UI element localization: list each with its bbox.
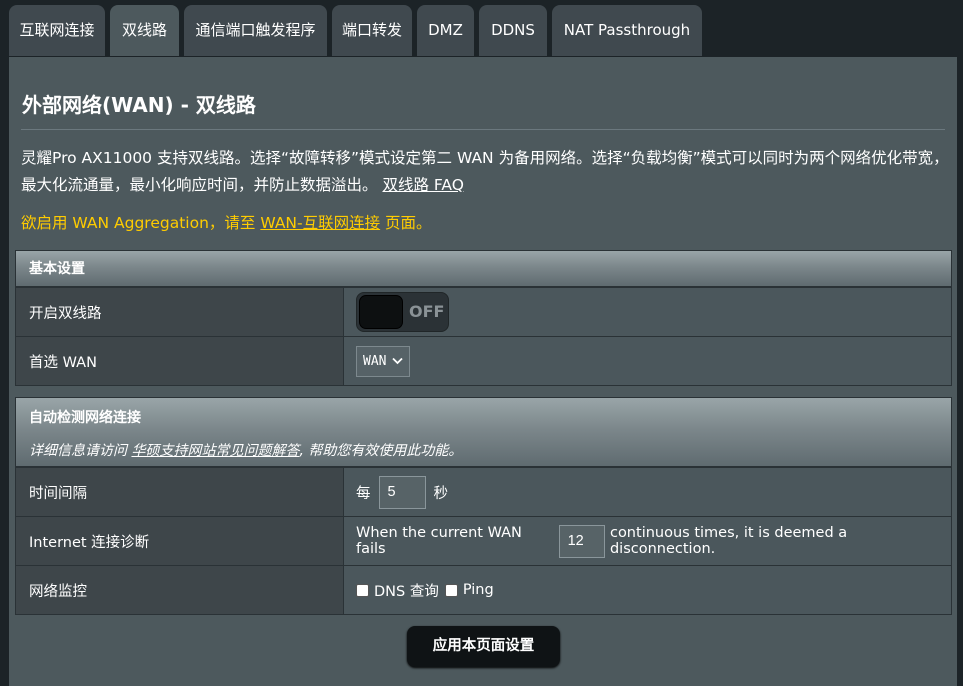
dns-query-checkbox[interactable] [356,583,369,597]
interval-prefix: 每 [356,485,371,502]
page-description: 灵耀Pro AX11000 支持双线路。选择“故障转移”模式设定第二 WAN 为… [21,145,951,199]
primary-wan-select[interactable]: WAN [356,345,411,377]
monitor-label: 网络监控 [16,566,344,614]
dns-query-label: DNS 查询 [374,583,439,600]
description-text: 灵耀Pro AX11000 支持双线路。选择“故障转移”模式设定第二 WAN 为… [21,149,949,194]
basic-settings-table: 基本设置 开启双线路 OFF 首选 WAN WAN [15,250,952,386]
diagnosis-value: When the current WAN fails 12 continuous… [344,517,951,565]
toggle-state: OFF [409,302,445,321]
notice-suffix: 页面。 [380,214,432,232]
auto-detect-title: 自动检测网络连接 [29,410,141,426]
tab-dmz[interactable]: DMZ [417,5,474,56]
diagnosis-row: Internet 连接诊断 When the current WAN fails… [16,516,951,565]
fail-count-input[interactable]: 12 [558,524,605,558]
tab-bar: 互联网连接 双线路 通信端口触发程序 端口转发 DMZ DDNS NAT Pas… [0,0,963,58]
note-prefix: 详细信息请访问 [29,443,132,459]
dual-wan-value: OFF [344,288,951,336]
page-title: 外部网络(WAN) - 双线路 [22,93,256,117]
apply-button[interactable]: 应用本页面设置 [407,626,560,667]
primary-wan-label: 首选 WAN [16,337,344,385]
ping-label: Ping [462,582,494,598]
title-divider [21,129,945,130]
auto-detect-header: 自动检测网络连接 详细信息请访问 华硕支持网站常见问题解答, 帮助您有效使用此功… [16,398,951,467]
interval-value: 每 5 秒 [344,468,951,516]
monitor-row: 网络监控 DNS 查询 Ping [16,565,951,614]
tab-dual-wan[interactable]: 双线路 [110,5,179,56]
notice-prefix: 欲启用 WAN Aggregation，请至 [21,214,261,232]
interval-label: 时间间隔 [16,468,344,516]
wan-internet-link[interactable]: WAN-互联网连接 [260,214,380,232]
auto-detect-table: 自动检测网络连接 详细信息请访问 华硕支持网站常见问题解答, 帮助您有效使用此功… [15,397,952,615]
interval-suffix: 秒 [433,485,449,502]
diagnosis-prefix: When the current WAN fails [356,525,522,557]
faq-link[interactable]: 双线路 FAQ [382,176,463,194]
primary-wan-row: 首选 WAN WAN [16,336,951,385]
tab-port-forwarding[interactable]: 端口转发 [332,5,412,56]
tab-internet-connection[interactable]: 互联网连接 [9,5,105,56]
tab-nat-passthrough[interactable]: NAT Passthrough [552,5,702,56]
chevron-down-icon [392,355,404,368]
monitor-value: DNS 查询 Ping [344,566,951,614]
dual-wan-toggle[interactable]: OFF [356,292,449,332]
basic-settings-header: 基本设置 [16,251,951,287]
dual-wan-row: 开启双线路 OFF [16,287,951,336]
content-panel: 外部网络(WAN) - 双线路 灵耀Pro AX11000 支持双线路。选择“故… [9,57,957,686]
toggle-knob [359,295,403,329]
wan-aggregation-notice: 欲启用 WAN Aggregation，请至 WAN-互联网连接 页面。 [21,211,432,233]
interval-row: 时间间隔 每 5 秒 [16,467,951,516]
note-suffix: , 帮助您有效使用此功能。 [299,443,463,459]
primary-wan-value: WAN [344,337,951,385]
interval-input[interactable]: 5 [378,475,426,509]
tab-ddns[interactable]: DDNS [479,5,547,56]
dual-wan-label: 开启双线路 [16,288,344,336]
diagnosis-label: Internet 连接诊断 [16,517,344,565]
asus-faq-link[interactable]: 华硕支持网站常见问题解答 [131,443,299,459]
tab-port-trigger[interactable]: 通信端口触发程序 [184,5,327,56]
ping-checkbox[interactable] [444,583,458,597]
primary-wan-selected: WAN [363,353,387,369]
auto-detect-note: 详细信息请访问 华硕支持网站常见问题解答, 帮助您有效使用此功能。 [29,440,951,460]
diagnosis-suffix: continuous times, it is deemed a disconn… [609,525,848,557]
